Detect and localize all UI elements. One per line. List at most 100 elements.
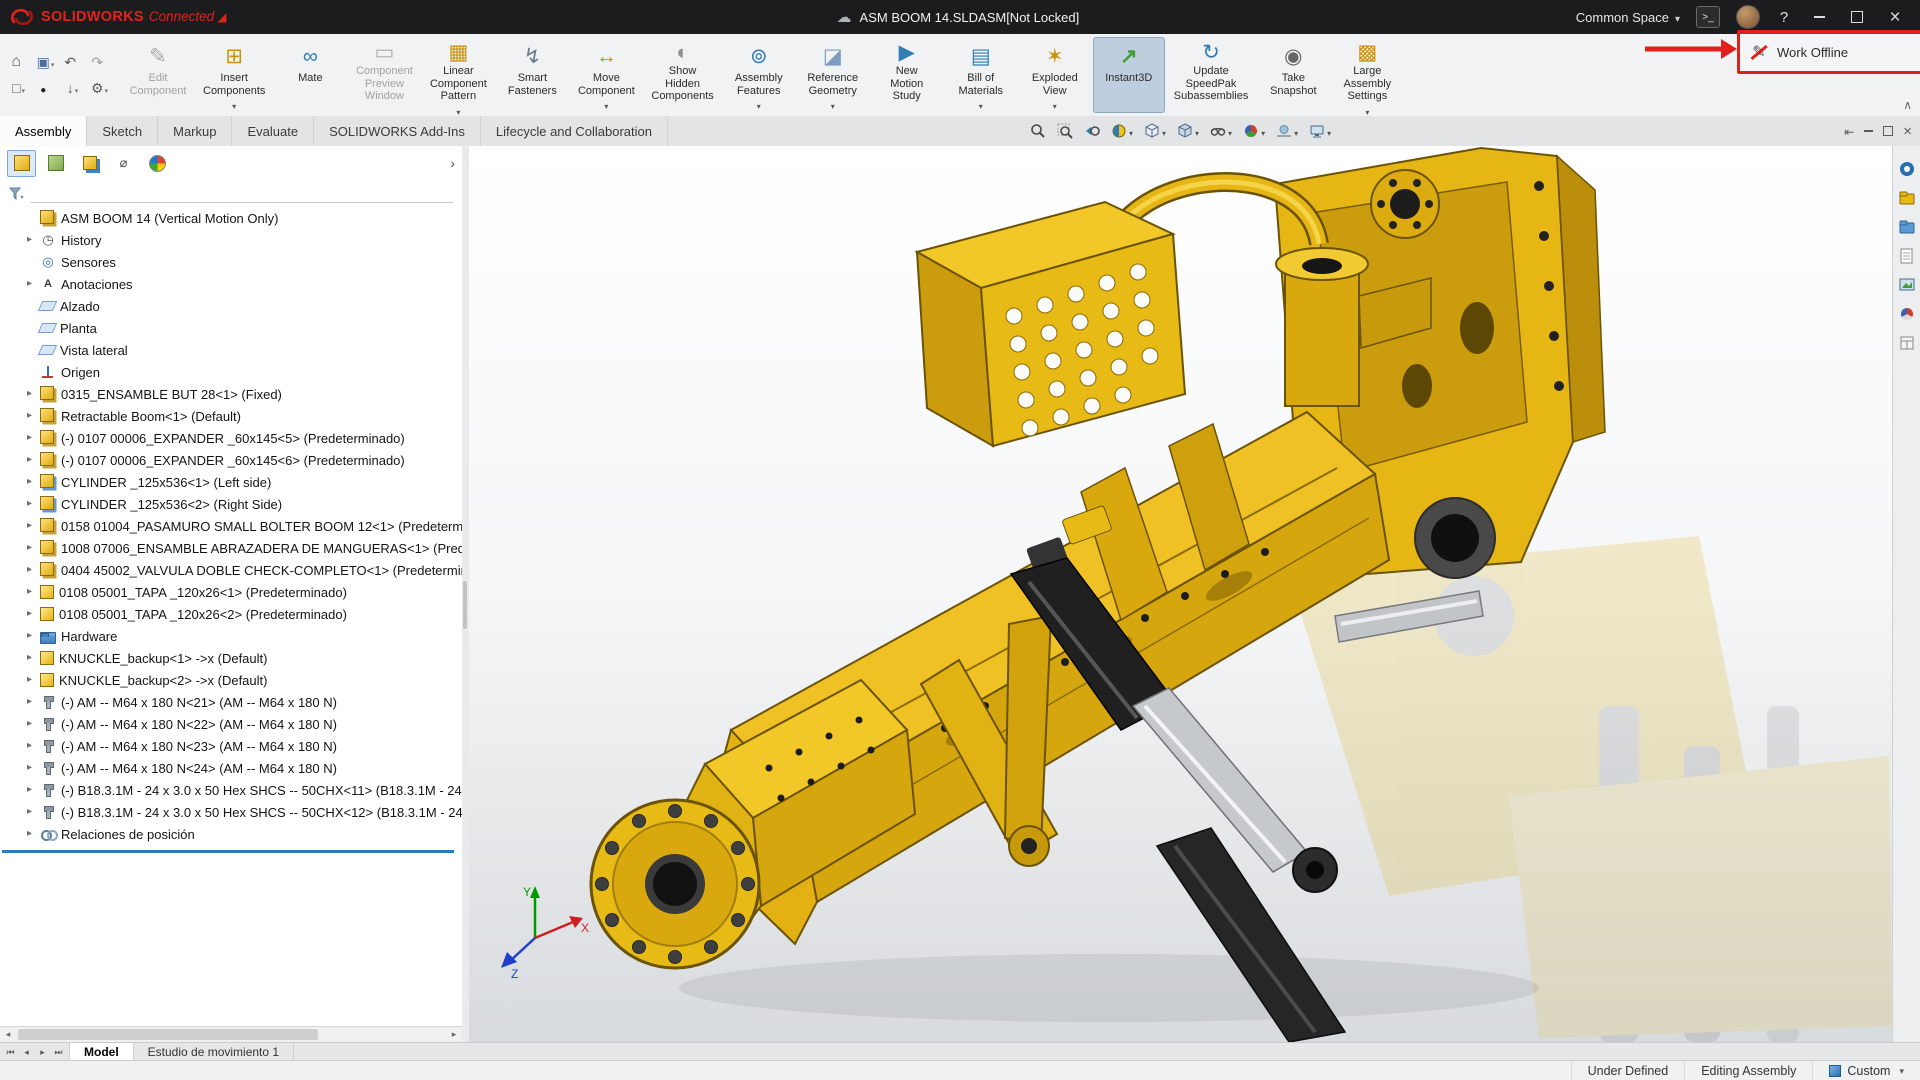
scroll-last-icon[interactable]: ⏭: [52, 1047, 65, 1058]
expand-arrow-icon[interactable]: [24, 279, 35, 289]
ribbon-button[interactable]: Assembly Features: [723, 37, 795, 113]
ribbon-button[interactable]: Smart Fasteners: [496, 37, 568, 113]
expand-arrow-icon[interactable]: [24, 565, 35, 575]
expand-arrow-icon[interactable]: [24, 587, 35, 597]
taskpane-design-library-icon[interactable]: [1898, 218, 1916, 236]
taskpane-3dexperience-icon[interactable]: [1898, 160, 1916, 178]
scroll-right-icon[interactable]: ▸: [446, 1029, 462, 1040]
tree-item[interactable]: (-) 0107 00006_EXPANDER _60x145<5> (Pred…: [0, 427, 462, 449]
quick-access-button[interactable]: [59, 49, 86, 75]
zoom-fit-button[interactable]: [1030, 123, 1046, 139]
zoom-area-button[interactable]: [1057, 123, 1073, 139]
displaymanager-tab[interactable]: [143, 150, 172, 177]
graphics-viewport[interactable]: Y X Z: [469, 146, 1892, 1042]
panel-expand-chevron-icon[interactable]: [450, 155, 455, 171]
quick-access-button[interactable]: [5, 49, 32, 75]
document-minimize-button[interactable]: [1864, 130, 1873, 132]
section-view-button[interactable]: [1111, 123, 1133, 139]
ribbon-button[interactable]: New Motion Study: [871, 37, 943, 113]
featuremanager-tree-tab[interactable]: [7, 150, 36, 177]
tree-item[interactable]: 0108 05001_TAPA _120x26<2> (Predetermina…: [0, 603, 462, 625]
dock-window-icon[interactable]: [1844, 124, 1854, 139]
expand-arrow-icon[interactable]: [24, 609, 35, 619]
expand-arrow-icon[interactable]: [24, 477, 35, 487]
tree-item[interactable]: KNUCKLE_backup<2> ->x (Default): [0, 669, 462, 691]
expand-arrow-icon[interactable]: [24, 741, 35, 751]
dimxpertmanager-tab[interactable]: [109, 150, 138, 177]
expand-arrow-icon[interactable]: [24, 829, 35, 839]
tree-item[interactable]: Hardware: [0, 625, 462, 647]
ribbon-button[interactable]: Mate: [274, 37, 346, 113]
command-tab[interactable]: Assembly: [0, 116, 87, 146]
expand-arrow-icon[interactable]: [24, 235, 35, 245]
expand-arrow-icon[interactable]: [24, 411, 35, 421]
filter-funnel-icon[interactable]: [9, 187, 24, 201]
tree-item[interactable]: CYLINDER _125x536<2> (Right Side): [0, 493, 462, 515]
close-button[interactable]: [1884, 6, 1906, 28]
minimize-button[interactable]: [1808, 6, 1830, 28]
quick-access-button[interactable]: [59, 75, 86, 101]
ribbon-button[interactable]: Bill of Materials: [945, 37, 1017, 113]
display-state-selector[interactable]: Custom: [1812, 1061, 1920, 1080]
scrollbar-thumb[interactable]: [18, 1029, 318, 1040]
command-tab[interactable]: Evaluate: [232, 116, 314, 146]
expand-arrow-icon[interactable]: [24, 675, 35, 685]
document-close-button[interactable]: [1903, 124, 1912, 139]
ribbon-button[interactable]: Reference Geometry: [797, 37, 869, 113]
edit-appearance-button[interactable]: [1243, 123, 1265, 139]
tree-item[interactable]: 0315_ENSAMBLE BUT 28<1> (Fixed): [0, 383, 462, 405]
taskpane-appearances-icon[interactable]: [1898, 305, 1916, 323]
quick-access-button[interactable]: [86, 49, 113, 75]
quick-access-button[interactable]: [86, 75, 113, 101]
scroll-left-icon[interactable]: ◂: [0, 1029, 16, 1040]
ribbon-collapse-icon[interactable]: [1903, 98, 1912, 112]
scroll-next-icon[interactable]: ▸: [36, 1047, 49, 1058]
taskpane-file-explorer-icon[interactable]: [1898, 247, 1916, 265]
view-settings-button[interactable]: [1309, 123, 1331, 139]
user-avatar[interactable]: [1736, 5, 1760, 29]
tree-item[interactable]: Relaciones de posición: [0, 823, 462, 845]
tree-item[interactable]: Anotaciones: [0, 273, 462, 295]
ribbon-button[interactable]: Component Preview Window: [348, 37, 420, 113]
expand-arrow-icon[interactable]: [24, 653, 35, 663]
tree-item[interactable]: 0158 01004_PASAMURO SMALL BOLTER BOOM 12…: [0, 515, 462, 537]
expand-arrow-icon[interactable]: [24, 631, 35, 641]
scroll-prev-icon[interactable]: ◂: [20, 1047, 33, 1058]
tree-item[interactable]: 0108 05001_TAPA _120x26<1> (Predetermina…: [0, 581, 462, 603]
tree-item[interactable]: Retractable Boom<1> (Default): [0, 405, 462, 427]
expand-arrow-icon[interactable]: [24, 719, 35, 729]
taskpane-view-palette-icon[interactable]: [1898, 276, 1916, 294]
rollback-bar[interactable]: [2, 850, 454, 853]
ribbon-button[interactable]: Instant3D: [1093, 37, 1165, 113]
ribbon-button[interactable]: Take Snapshot: [1257, 37, 1329, 113]
launcher-icon[interactable]: >_: [1696, 6, 1720, 28]
maximize-button[interactable]: [1846, 6, 1868, 28]
scroll-first-icon[interactable]: ⏮: [4, 1047, 17, 1058]
previous-view-button[interactable]: [1084, 123, 1100, 139]
ribbon-button[interactable]: Linear Component Pattern: [422, 37, 494, 113]
expand-arrow-icon[interactable]: [24, 807, 35, 817]
tree-item[interactable]: 0404 45002_VALVULA DOBLE CHECK-COMPLETO<…: [0, 559, 462, 581]
expand-arrow-icon[interactable]: [24, 697, 35, 707]
tree-item[interactable]: (-) B18.3.1M - 24 x 3.0 x 50 Hex SHCS --…: [0, 779, 462, 801]
expand-arrow-icon[interactable]: [24, 543, 35, 553]
apply-scene-button[interactable]: [1276, 123, 1298, 139]
tree-item[interactable]: (-) AM -- M64 x 180 N<24> (AM -- M64 x 1…: [0, 757, 462, 779]
space-selector-dropdown[interactable]: Common Space: [1576, 10, 1680, 25]
boom-assembly-model[interactable]: [469, 146, 1892, 1042]
work-offline-button[interactable]: Work Offline: [1777, 45, 1848, 60]
expand-arrow-icon[interactable]: [24, 785, 35, 795]
expand-arrow-icon[interactable]: [24, 763, 35, 773]
display-style-button[interactable]: [1177, 123, 1199, 139]
ribbon-button[interactable]: Move Component: [570, 37, 642, 113]
expand-arrow-icon[interactable]: [24, 499, 35, 509]
command-tab[interactable]: Markup: [158, 116, 232, 146]
ribbon-button[interactable]: Exploded View: [1019, 37, 1091, 113]
quick-access-button[interactable]: [32, 75, 59, 101]
tree-item[interactable]: ASM BOOM 14 (Vertical Motion Only): [0, 207, 462, 229]
tree-item[interactable]: (-) AM -- M64 x 180 N<21> (AM -- M64 x 1…: [0, 691, 462, 713]
tree-item[interactable]: Alzado: [0, 295, 462, 317]
document-restore-button[interactable]: [1883, 126, 1893, 136]
command-tab[interactable]: Lifecycle and Collaboration: [481, 116, 668, 146]
ribbon-button[interactable]: Show Hidden Components: [644, 37, 720, 113]
